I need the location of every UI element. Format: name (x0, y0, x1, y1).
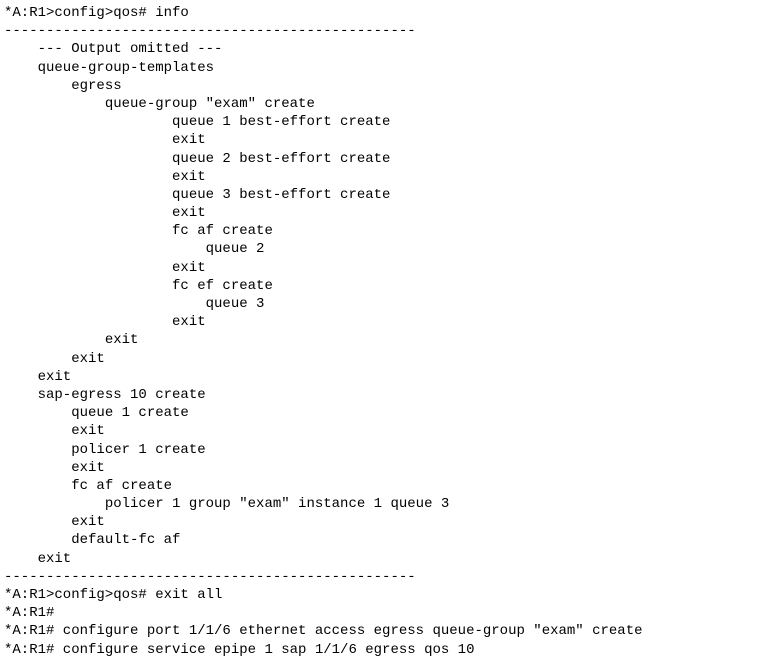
terminal-line: fc ef create (4, 277, 755, 295)
terminal-line: exit (4, 131, 755, 149)
terminal-line: queue 2 best-effort create (4, 150, 755, 168)
terminal-line: exit (4, 368, 755, 386)
terminal-line: policer 1 create (4, 441, 755, 459)
terminal-output: *A:R1>config>qos# info------------------… (0, 0, 759, 663)
terminal-line: exit (4, 259, 755, 277)
terminal-line: queue-group-templates (4, 59, 755, 77)
terminal-line: queue 1 create (4, 404, 755, 422)
terminal-line: default-fc af (4, 531, 755, 549)
terminal-line: *A:R1# configure service epipe 1 sap 1/1… (4, 641, 755, 659)
terminal-line: *A:R1# (4, 604, 755, 622)
terminal-line: exit (4, 350, 755, 368)
terminal-line: queue 1 best-effort create (4, 113, 755, 131)
terminal-line: fc af create (4, 222, 755, 240)
terminal-line: *A:R1# configure port 1/1/6 ethernet acc… (4, 622, 755, 640)
terminal-line: queue 3 best-effort create (4, 186, 755, 204)
terminal-line: exit (4, 550, 755, 568)
terminal-line: exit (4, 513, 755, 531)
terminal-line: *A:R1>config>qos# info (4, 4, 755, 22)
terminal-line: ----------------------------------------… (4, 568, 755, 586)
terminal-line: queue 2 (4, 240, 755, 258)
terminal-line: ----------------------------------------… (4, 22, 755, 40)
terminal-line: egress (4, 77, 755, 95)
terminal-line: exit (4, 331, 755, 349)
terminal-line: queue 3 (4, 295, 755, 313)
terminal-line: exit (4, 313, 755, 331)
terminal-line: exit (4, 204, 755, 222)
terminal-line: exit (4, 422, 755, 440)
terminal-line: --- Output omitted --- (4, 40, 755, 58)
terminal-line: policer 1 group "exam" instance 1 queue … (4, 495, 755, 513)
terminal-line: sap-egress 10 create (4, 386, 755, 404)
terminal-line: exit (4, 168, 755, 186)
terminal-line: exit (4, 459, 755, 477)
terminal-line: fc af create (4, 477, 755, 495)
terminal-line: queue-group "exam" create (4, 95, 755, 113)
terminal-line: *A:R1>config>qos# exit all (4, 586, 755, 604)
